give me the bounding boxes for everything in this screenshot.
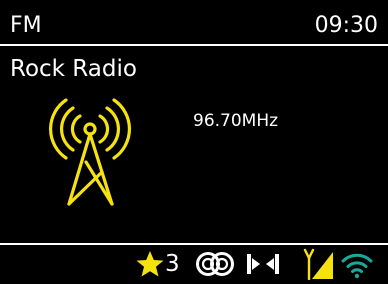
radio-display: FM 09:30 Rock Radio 96.70MHz 3 bbox=[0, 0, 388, 284]
stereo-icon bbox=[196, 252, 234, 276]
station-name: Rock Radio bbox=[10, 56, 137, 82]
wifi-icon bbox=[341, 253, 373, 279]
mute-icon bbox=[247, 254, 279, 274]
signal-strength-icon bbox=[303, 248, 333, 280]
clock: 09:30 bbox=[314, 13, 378, 38]
frequency-readout: 96.70MHz bbox=[193, 111, 279, 131]
preset-number: 3 bbox=[165, 251, 180, 277]
radio-tower-icon bbox=[48, 98, 132, 206]
header-divider bbox=[0, 44, 388, 46]
mode-label: FM bbox=[10, 13, 42, 38]
status-bar: 3 bbox=[0, 245, 388, 284]
star-icon bbox=[136, 251, 164, 277]
